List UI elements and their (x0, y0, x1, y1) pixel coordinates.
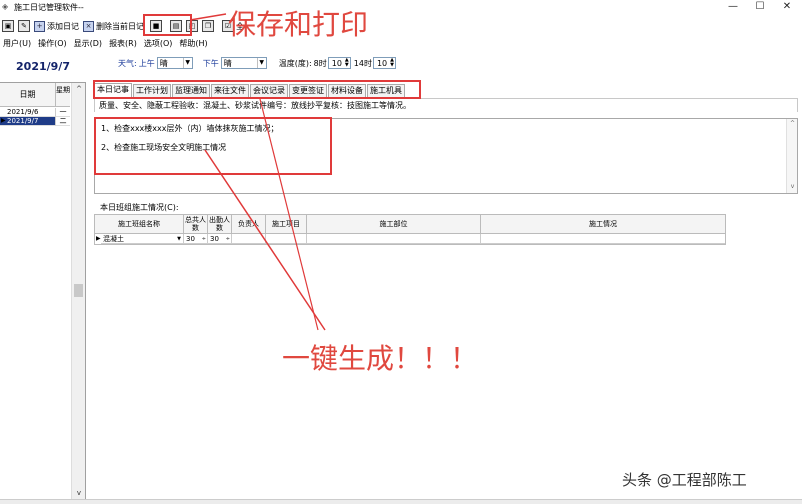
blurred-patch (220, 352, 290, 372)
annotation-arrows (189, 13, 326, 331)
watermark: 头条 @工程部陈工 (622, 471, 747, 489)
arrow-one-click-1 (204, 149, 326, 331)
one-click-annotation: 一键生成！！！ (282, 342, 479, 375)
arrow-one-click-2 (259, 98, 319, 331)
arrow-save-print (189, 13, 227, 21)
save-print-annotation: 保存和打印 (228, 8, 369, 41)
